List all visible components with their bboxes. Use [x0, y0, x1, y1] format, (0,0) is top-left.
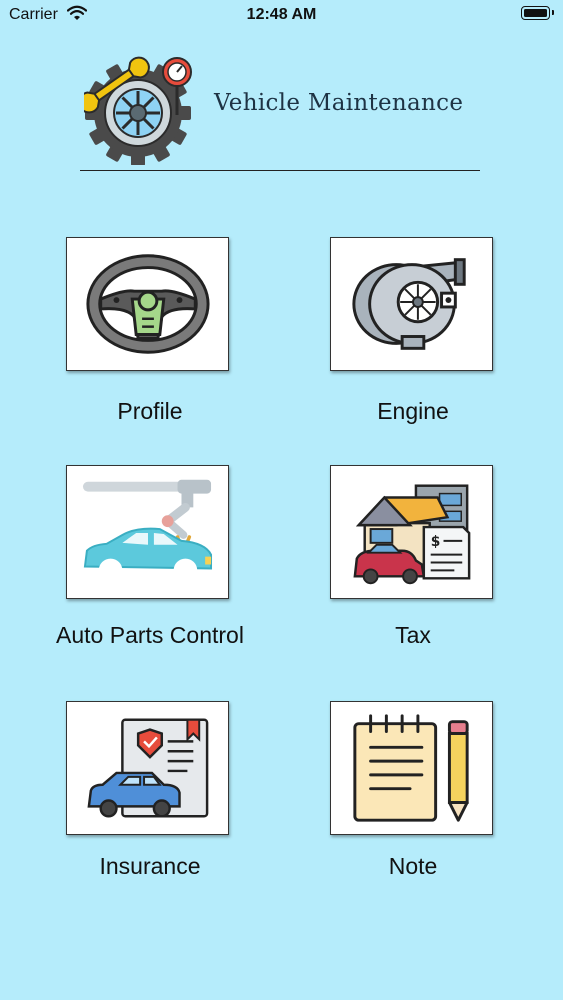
auto-parts-control-label[interactable]: Auto Parts Control — [0, 622, 300, 649]
house-car-tax-document-icon: $ — [353, 484, 471, 585]
profile-tile[interactable] — [66, 237, 229, 371]
profile-label[interactable]: Profile — [0, 398, 300, 425]
gear-wrench-gauge-icon — [84, 56, 192, 165]
insurance-label[interactable]: Insurance — [0, 853, 300, 880]
turbocharger-icon — [352, 258, 466, 350]
steering-wheel-icon — [86, 254, 210, 354]
note-label[interactable]: Note — [263, 853, 563, 880]
status-bar: Carrier 12:48 AM — [0, 0, 563, 30]
note-tile[interactable] — [330, 701, 493, 835]
insurance-tile[interactable] — [66, 701, 229, 835]
auto-parts-control-tile[interactable] — [66, 465, 229, 599]
notepad-pencil-icon — [353, 714, 469, 822]
status-time: 12:48 AM — [246, 6, 317, 23]
engine-tile[interactable] — [330, 237, 493, 371]
tax-label[interactable]: Tax — [263, 622, 563, 649]
app-title: Vehicle Maintenance — [214, 90, 464, 116]
battery-icon — [521, 6, 554, 20]
tax-tile[interactable]: $ — [330, 465, 493, 599]
svg-text:$: $ — [431, 534, 441, 550]
car-insurance-document-icon — [87, 718, 209, 818]
engine-label[interactable]: Engine — [263, 398, 563, 425]
robotic-arm-car-icon — [82, 479, 213, 583]
header-divider — [80, 170, 480, 171]
